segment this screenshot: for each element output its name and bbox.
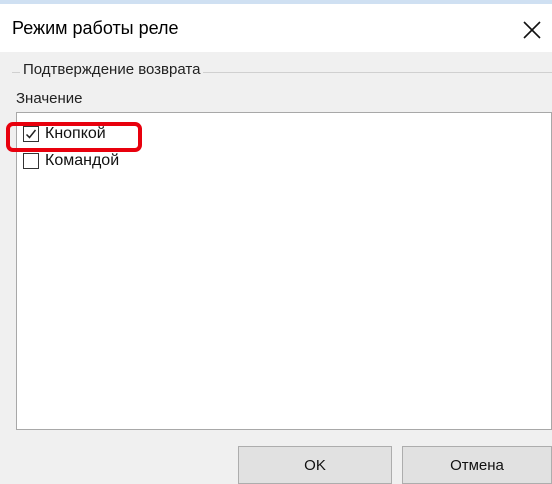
checkbox-knopkoy[interactable] xyxy=(23,126,39,142)
option-knopkoy[interactable]: Кнопкой xyxy=(23,123,106,145)
checkbox-komandoy[interactable] xyxy=(23,153,39,169)
group-title: Подтверждение возврата xyxy=(20,61,204,78)
option-label: Кнопкой xyxy=(45,125,106,142)
window-title: Режим работы реле xyxy=(12,18,179,38)
title-bar: Режим работы реле xyxy=(0,4,552,52)
options-listbox[interactable]: Кнопкой Командой xyxy=(16,112,552,430)
relay-mode-dialog: Режим работы реле Подтверждение возврата… xyxy=(0,0,552,484)
option-label: Командой xyxy=(45,152,120,169)
checkmark-icon xyxy=(25,129,37,139)
ok-button[interactable]: OK xyxy=(238,446,392,484)
value-label: Значение xyxy=(16,90,83,107)
close-icon[interactable] xyxy=(520,18,544,42)
cancel-button[interactable]: Отмена xyxy=(402,446,552,484)
option-komandoy[interactable]: Командой xyxy=(23,150,119,172)
